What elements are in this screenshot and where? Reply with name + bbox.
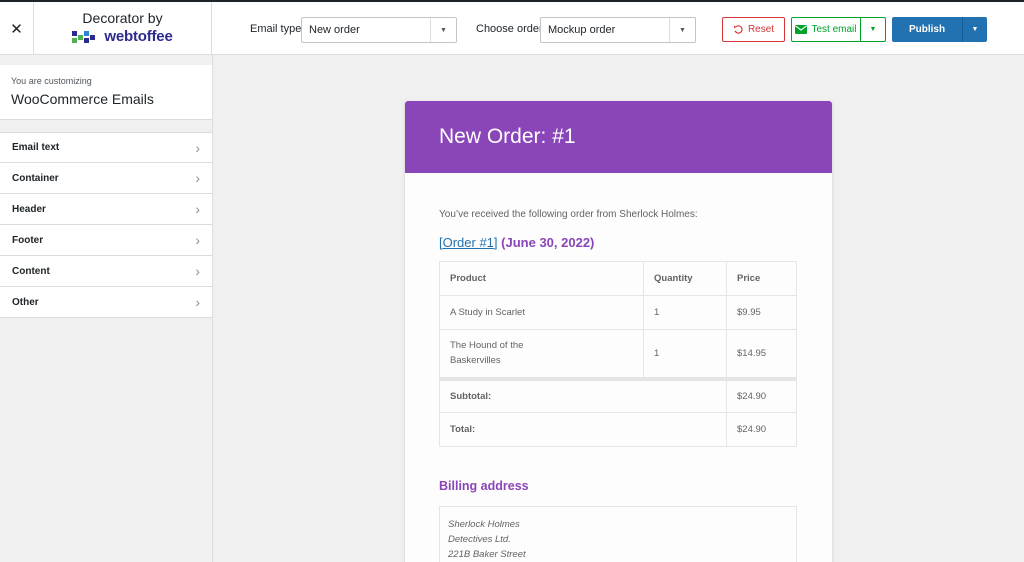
chevron-right-icon: › [195, 232, 200, 248]
choose-order-select[interactable]: Mockup order ▼ [540, 17, 696, 43]
section-menu: Email text › Container › Header › Footer… [0, 132, 212, 318]
test-email-label: Test email [811, 24, 857, 35]
email-type-select[interactable]: New order ▼ [301, 17, 457, 43]
sidebar-item-header[interactable]: Header › [0, 194, 212, 225]
webtoffee-logo: webtoffee [34, 28, 211, 45]
customizing-title: WooCommerce Emails [11, 91, 154, 107]
customizer-header: ✕ Decorator by webtoffee Email type New … [0, 0, 1024, 55]
reset-button[interactable]: Reset [722, 17, 785, 42]
address-line: Detectives Ltd. [448, 534, 511, 545]
sidebar-item-footer[interactable]: Footer › [0, 225, 212, 256]
table-cell-quantity: 1 [643, 295, 727, 330]
brand-title: Decorator by [82, 10, 163, 26]
test-email-button[interactable]: Test email [791, 17, 861, 42]
sidebar-item-label: Content [12, 265, 50, 277]
choose-order-value: Mockup order [548, 24, 616, 36]
product-name-line: The Hound of the [450, 340, 524, 352]
order-date: (June 30, 2022) [501, 235, 595, 250]
table-row: The Hound of the Baskervilles 1 $14.95 [439, 329, 797, 379]
table-cell-price: $9.95 [726, 295, 797, 330]
table-header-quantity: Quantity [643, 261, 727, 296]
sidebar-item-container[interactable]: Container › [0, 163, 212, 194]
chevron-right-icon: › [195, 263, 200, 279]
chevron-right-icon: › [195, 170, 200, 186]
sidebar-item-label: Other [12, 296, 39, 308]
test-email-dropdown-button[interactable]: ▼ [860, 17, 886, 42]
billing-address-title: Billing address [439, 479, 529, 493]
billing-address-box: Sherlock Holmes Detectives Ltd. 221B Bak… [439, 506, 797, 562]
email-body[interactable]: You’ve received the following order from… [405, 209, 832, 562]
email-intro-text: You’ve received the following order from… [439, 209, 698, 220]
table-header-product: Product [439, 261, 644, 296]
customizing-caption: You are customizing [11, 76, 92, 86]
email-container: New Order: #1 You’ve received the follow… [405, 101, 832, 562]
caret-down-icon: ▼ [971, 26, 979, 33]
caret-down-icon[interactable]: ▼ [430, 18, 456, 42]
sidebar-item-label: Container [12, 172, 59, 184]
customizer-sidebar: You are customizing WooCommerce Emails E… [0, 55, 213, 562]
sidebar-item-label: Footer [12, 234, 44, 246]
sidebar-item-label: Header [12, 203, 46, 215]
publish-button[interactable]: Publish [892, 17, 962, 42]
order-link[interactable]: [Order #1] [439, 235, 498, 250]
envelope-icon [795, 25, 808, 34]
email-heading: New Order: #1 [439, 125, 576, 148]
publish-dropdown-button[interactable]: ▼ [962, 17, 987, 42]
table-row: A Study in Scarlet 1 $9.95 [439, 295, 797, 330]
sidebar-item-email-text[interactable]: Email text › [0, 132, 212, 163]
subtotal-row: Subtotal: $24.90 [439, 376, 797, 413]
product-name-line: Baskervilles [450, 355, 501, 367]
sidebar-item-other[interactable]: Other › [0, 287, 212, 318]
address-line: 221B Baker Street [448, 549, 526, 560]
order-items-table: Product Quantity Price A Study in Scarle… [439, 261, 797, 447]
total-row: Total: $24.90 [439, 412, 797, 447]
address-line: Sherlock Holmes [448, 519, 520, 530]
table-header-row: Product Quantity Price [439, 261, 797, 296]
subtotal-label: Subtotal: [439, 376, 727, 413]
email-type-label: Email type [250, 23, 302, 35]
table-cell-product: The Hound of the Baskervilles [439, 329, 644, 379]
reset-label: Reset [747, 24, 775, 35]
publish-label: Publish [908, 24, 946, 35]
caret-down-icon[interactable]: ▼ [669, 18, 695, 42]
chevron-right-icon: › [195, 201, 200, 217]
close-icon[interactable]: ✕ [0, 2, 34, 55]
brand-word: webtoffee [104, 28, 173, 45]
choose-order-label: Choose order [476, 23, 543, 35]
sidebar-item-content[interactable]: Content › [0, 256, 212, 287]
webtoffee-mark-icon [72, 30, 96, 43]
chevron-right-icon: › [195, 294, 200, 310]
email-type-value: New order [309, 24, 360, 36]
total-value: $24.90 [726, 412, 797, 447]
email-header[interactable]: New Order: #1 [405, 101, 832, 173]
chevron-right-icon: › [195, 139, 200, 156]
subtotal-value: $24.90 [726, 376, 797, 413]
table-cell-quantity: 1 [643, 329, 727, 379]
table-cell-product: A Study in Scarlet [439, 295, 644, 330]
table-header-price: Price [726, 261, 797, 296]
customizing-info: You are customizing WooCommerce Emails [0, 65, 212, 120]
undo-icon [733, 25, 743, 34]
table-cell-price: $14.95 [726, 329, 797, 379]
email-preview-pane: New Order: #1 You’ve received the follow… [214, 55, 1024, 562]
total-label: Total: [439, 412, 727, 447]
brand-logo: Decorator by webtoffee [34, 2, 212, 55]
caret-down-icon: ▼ [869, 26, 877, 33]
sidebar-item-label: Email text [12, 142, 60, 153]
order-line: [Order #1] (June 30, 2022) [439, 235, 798, 250]
